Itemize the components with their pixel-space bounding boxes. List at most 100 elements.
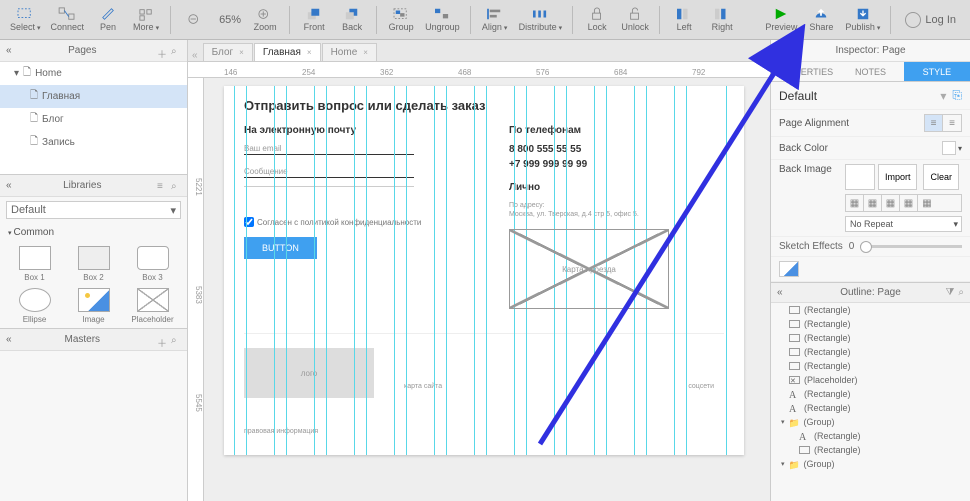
outline-item[interactable]: (Rectangle): [771, 345, 970, 359]
right-button[interactable]: Right: [704, 2, 740, 38]
sketch-slider[interactable]: [860, 245, 962, 248]
tab-main[interactable]: Главная×: [254, 43, 321, 61]
color-swatch[interactable]: [942, 141, 956, 155]
tree-blog[interactable]: 🗋Блог: [0, 108, 187, 131]
outline-group[interactable]: ▾📁(Group): [771, 457, 970, 471]
lock-button[interactable]: Lock: [579, 2, 615, 38]
publish-button[interactable]: Publish: [841, 2, 884, 38]
select-tool[interactable]: Select: [6, 2, 45, 38]
align-center-icon: ≡: [943, 115, 961, 131]
zoom-in[interactable]: Zoom: [247, 2, 283, 38]
page-title: Отправить вопрос или сделать заказ: [244, 98, 724, 113]
align-buttons[interactable]: ≡≡: [924, 114, 962, 132]
page-tabs: « Блог× Главная× Home×: [188, 40, 770, 62]
widget-box3[interactable]: Box 3: [126, 246, 179, 282]
clear-button[interactable]: Clear: [923, 164, 959, 190]
dropdown-icon[interactable]: ▾: [958, 144, 962, 153]
tab-style[interactable]: STYLE: [904, 62, 970, 81]
collapse-icon[interactable]: «: [192, 50, 198, 61]
front-button[interactable]: Front: [296, 2, 332, 38]
tree-home[interactable]: ▾🗋Home: [0, 62, 187, 85]
search-icon[interactable]: ⌕: [171, 335, 181, 345]
outline-group[interactable]: ▾📁(Group): [771, 415, 970, 429]
tab-blog[interactable]: Блог×: [203, 43, 253, 61]
unlock-button[interactable]: Unlock: [617, 2, 653, 38]
sitemap-text: карта сайта: [404, 348, 442, 435]
style-name: Default ▾ ⎘: [771, 82, 970, 110]
ruler-vertical: 522153835545: [188, 78, 204, 501]
search-icon[interactable]: ⌕: [171, 46, 181, 56]
widget-placeholder[interactable]: Placeholder: [126, 288, 179, 324]
align-button[interactable]: Align: [477, 2, 513, 38]
canvas[interactable]: Отправить вопрос или сделать заказ На эл…: [204, 78, 770, 501]
image-thumb[interactable]: [779, 261, 799, 277]
outline-item[interactable]: (Rectangle): [771, 317, 970, 331]
social-text: соцсети: [688, 348, 714, 435]
library-select[interactable]: Default: [6, 201, 181, 219]
more-tool[interactable]: More: [128, 2, 164, 38]
widget-ellipse[interactable]: Ellipse: [8, 288, 61, 324]
outline-item[interactable]: ✕(Placeholder): [771, 373, 970, 387]
outline-item[interactable]: A(Rectangle): [771, 387, 970, 401]
submit-button[interactable]: BUTTON: [244, 237, 317, 259]
align-left-icon: ≡: [925, 115, 943, 131]
import-button[interactable]: Import: [878, 164, 918, 190]
tab-home[interactable]: Home×: [322, 43, 377, 61]
tab-properties[interactable]: PROPERTIES: [771, 62, 837, 81]
pages-header: « Pages ＋ ⌕: [0, 40, 187, 62]
outline-item[interactable]: (Rectangle): [771, 303, 970, 317]
image-position-buttons[interactable]: ▦▦▦▦▦: [845, 194, 962, 212]
widget-box2[interactable]: Box 2: [67, 246, 120, 282]
backimage-label: Back Image: [779, 164, 845, 175]
pages-tree: ▾🗋Home 🗋Главная 🗋Блог 🗋Запись: [0, 62, 187, 174]
filter-icon[interactable]: ⧩: [945, 287, 954, 298]
close-icon[interactable]: ×: [239, 48, 244, 57]
search-icon[interactable]: ⌕: [958, 287, 964, 298]
canvas-area: « Блог× Главная× Home× 14625436246857668…: [188, 40, 770, 501]
close-icon[interactable]: ×: [363, 48, 368, 57]
inspector-title: Inspector: Page: [771, 40, 970, 62]
dropdown-icon[interactable]: ▾: [940, 89, 946, 103]
left-button[interactable]: Left: [666, 2, 702, 38]
preview-button[interactable]: Preview: [761, 2, 801, 38]
outline-item[interactable]: (Rectangle): [771, 359, 970, 373]
page-content: Отправить вопрос или сделать заказ На эл…: [224, 86, 744, 455]
tab-notes[interactable]: NOTES: [837, 62, 903, 81]
group-button[interactable]: Group: [383, 2, 419, 38]
ruler-horizontal: 146254362468576684792: [188, 62, 770, 78]
image-preview: [845, 164, 875, 190]
copy-icon[interactable]: ⎘: [952, 88, 962, 103]
outline-item[interactable]: (Rectangle): [771, 443, 970, 457]
connect-tool[interactable]: Connect: [47, 2, 89, 38]
email-label: Ваш email: [244, 144, 459, 153]
repeat-select[interactable]: No Repeat: [845, 216, 962, 232]
tree-post[interactable]: 🗋Запись: [0, 131, 187, 154]
tree-main[interactable]: 🗋Главная: [0, 85, 187, 108]
distribute-button[interactable]: Distribute: [515, 2, 567, 38]
back-button[interactable]: Back: [334, 2, 370, 38]
sketch-value: 0: [849, 241, 855, 252]
collapse-icon[interactable]: «: [777, 287, 783, 298]
add-icon[interactable]: ＋: [157, 335, 167, 345]
close-icon[interactable]: ×: [307, 48, 312, 57]
pen-tool[interactable]: Pen: [90, 2, 126, 38]
widget-image[interactable]: Image: [67, 288, 120, 324]
ungroup-button[interactable]: Ungroup: [421, 2, 464, 38]
menu-icon[interactable]: ≡: [157, 181, 167, 191]
phone2: +7 999 999 99 99: [509, 159, 724, 170]
zoom-value[interactable]: 65%: [215, 14, 245, 26]
outline-item[interactable]: A(Rectangle): [771, 401, 970, 415]
sketch-label: Sketch Effects: [779, 241, 843, 252]
library-category[interactable]: Common: [0, 223, 187, 242]
widget-box1[interactable]: Box 1: [8, 246, 61, 282]
toolbar: Select Connect Pen More 65% Zoom Front B…: [0, 0, 970, 40]
search-icon[interactable]: ⌕: [171, 181, 181, 191]
share-button[interactable]: Share: [803, 2, 839, 38]
outline-item[interactable]: (Rectangle): [771, 331, 970, 345]
add-page-icon[interactable]: ＋: [157, 46, 167, 56]
login-button[interactable]: Log In: [897, 12, 964, 28]
outline-item[interactable]: A(Rectangle): [771, 429, 970, 443]
consent-checkbox[interactable]: Согласен с политикой конфиденциальности: [244, 217, 459, 227]
zoom-out[interactable]: [177, 2, 213, 38]
align-label: Page Alignment: [779, 118, 924, 129]
